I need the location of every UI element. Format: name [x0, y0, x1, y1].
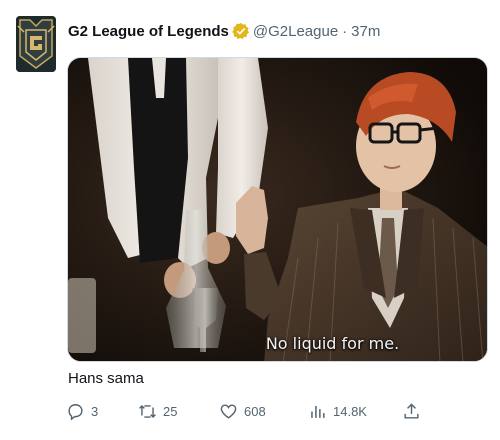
- timestamp[interactable]: 37m: [351, 23, 380, 40]
- display-name[interactable]: G2 League of Legends: [68, 23, 229, 40]
- retweet-button[interactable]: 25: [138, 400, 177, 422]
- media-image: [68, 58, 487, 361]
- views-count: 14.8K: [333, 403, 367, 419]
- media-caption: No liquid for me.: [265, 334, 400, 353]
- separator-dot: ·: [342, 22, 348, 40]
- tweet[interactable]: G2 League of Legends @G2League · 37m No …: [0, 0, 500, 440]
- tweet-media[interactable]: No liquid for me.: [67, 57, 488, 362]
- avatar[interactable]: [16, 16, 56, 72]
- like-icon: [220, 403, 237, 419]
- views-icon: [311, 405, 325, 418]
- tweet-text: Hans sama: [68, 370, 144, 387]
- reply-button[interactable]: 3: [66, 400, 98, 422]
- g2-logo-icon: [16, 16, 56, 72]
- handle[interactable]: @G2League: [253, 23, 338, 40]
- tweet-header: G2 League of Legends @G2League · 37m: [68, 20, 380, 42]
- verified-badge-icon: [232, 22, 249, 40]
- views-button[interactable]: 14.8K: [308, 400, 367, 422]
- reply-count: 3: [91, 403, 99, 419]
- share-button[interactable]: [402, 400, 427, 422]
- reply-icon: [68, 403, 83, 420]
- like-count: 608: [244, 403, 266, 419]
- like-button[interactable]: 608: [219, 400, 266, 422]
- retweet-count: 25: [163, 403, 178, 419]
- retweet-icon: [139, 404, 156, 418]
- tweet-actions: 3 25 608 14.8K: [62, 400, 492, 422]
- share-icon: [404, 402, 419, 419]
